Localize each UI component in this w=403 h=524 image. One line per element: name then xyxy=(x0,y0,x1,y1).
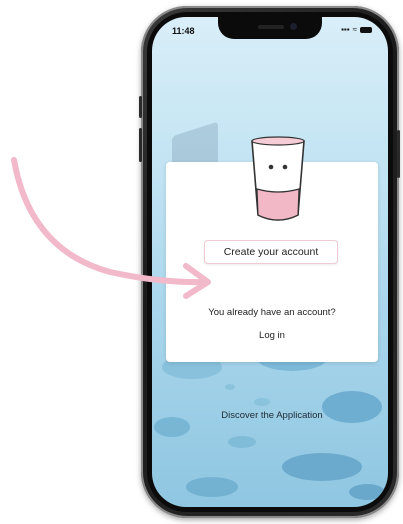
discover-app-link[interactable]: Discover the Application xyxy=(166,410,378,421)
status-icons: ▪▪▪ ≈ xyxy=(341,25,372,34)
water-drops-background xyxy=(154,347,385,500)
have-account-text: You already have an account? xyxy=(208,307,336,318)
status-time: 11:48 xyxy=(172,26,195,36)
create-account-button[interactable]: Create your account xyxy=(204,240,338,264)
phone-side-button xyxy=(139,128,142,162)
phone-notch xyxy=(218,17,322,39)
app-screen: 11:48 ▪▪▪ ≈ Create your account You alre… xyxy=(152,17,388,507)
speaker-grille xyxy=(258,25,284,29)
phone-side-button xyxy=(139,96,142,118)
phone-side-button xyxy=(397,130,400,178)
front-camera xyxy=(290,23,297,30)
login-link[interactable]: Log in xyxy=(166,330,378,341)
cup-mascot-icon xyxy=(251,136,305,221)
battery-icon xyxy=(360,26,372,33)
wifi-icon: ≈ xyxy=(352,25,357,34)
signal-icon: ▪▪▪ xyxy=(341,25,350,34)
